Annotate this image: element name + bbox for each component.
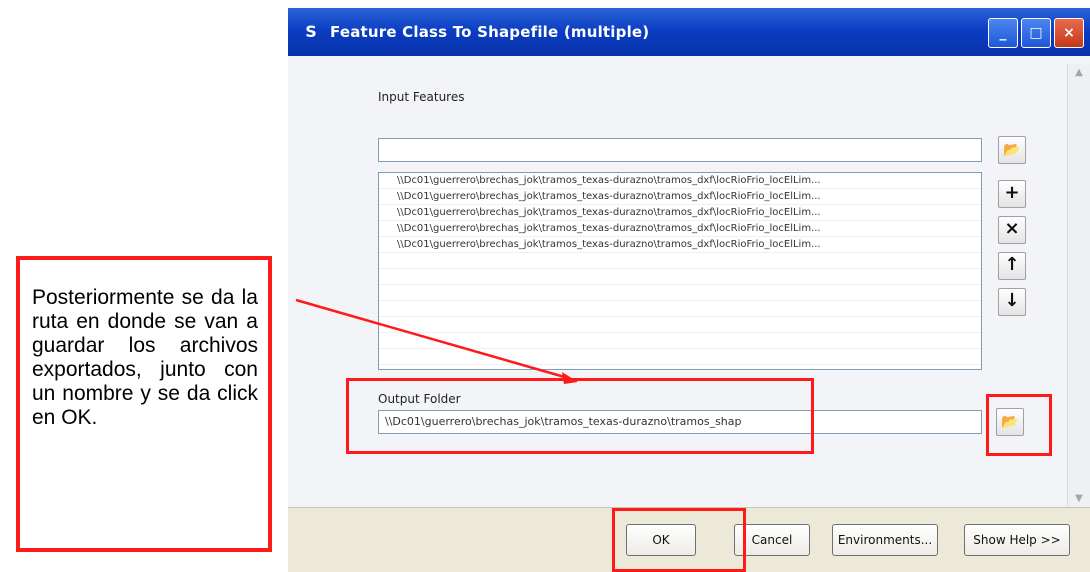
move-up-button[interactable]: ↑: [998, 252, 1026, 280]
input-features-list[interactable]: \\Dc01\guerrero\brechas_jok\tramos_texas…: [378, 172, 982, 370]
list-empty-row: [379, 285, 981, 301]
arctoolbox-icon: S: [305, 22, 317, 41]
list-empty-row: [379, 269, 981, 285]
list-item[interactable]: \\Dc01\guerrero\brechas_jok\tramos_texas…: [379, 221, 981, 237]
list-empty-row: [379, 349, 981, 365]
close-icon: ×: [1063, 25, 1075, 41]
arrow-down-icon: ↓: [1004, 290, 1020, 311]
plus-icon: +: [1004, 182, 1020, 203]
minimize-button[interactable]: _: [988, 18, 1018, 48]
arrow-up-icon: ↑: [1004, 254, 1020, 275]
close-button[interactable]: ×: [1054, 18, 1084, 48]
list-empty-row: [379, 333, 981, 349]
add-item-button[interactable]: +: [998, 180, 1026, 208]
list-item[interactable]: \\Dc01\guerrero\brechas_jok\tramos_texas…: [379, 205, 981, 221]
annotation-note: Posteriormente se da la ruta en donde se…: [16, 256, 272, 552]
list-empty-row: [379, 301, 981, 317]
dialog-body: ▲ ▼ Input Features 📂 \\Dc01\guerrero\bre…: [288, 56, 1090, 572]
list-item[interactable]: \\Dc01\guerrero\brechas_jok\tramos_texas…: [379, 237, 981, 253]
folder-open-icon: 📂: [1003, 142, 1021, 158]
scroll-down-icon[interactable]: ▼: [1068, 490, 1090, 508]
list-empty-row: [379, 317, 981, 333]
environments-button[interactable]: Environments...: [832, 524, 938, 556]
maximize-button[interactable]: □: [1021, 18, 1051, 48]
title-bar[interactable]: S Feature Class To Shapefile (multiple) …: [288, 8, 1090, 56]
scroll-up-icon[interactable]: ▲: [1068, 64, 1090, 82]
remove-icon: ×: [1004, 218, 1020, 239]
vertical-scrollbar[interactable]: ▲ ▼: [1067, 64, 1090, 508]
list-item[interactable]: \\Dc01\guerrero\brechas_jok\tramos_texas…: [379, 189, 981, 205]
remove-item-button[interactable]: ×: [998, 216, 1026, 244]
minimize-icon: _: [999, 25, 1007, 41]
maximize-icon: □: [1029, 25, 1043, 41]
show-help-button[interactable]: Show Help >>: [964, 524, 1070, 556]
tool-dialog-window: S Feature Class To Shapefile (multiple) …: [288, 8, 1090, 572]
move-down-button[interactable]: ↓: [998, 288, 1026, 316]
input-features-field[interactable]: [378, 138, 982, 162]
list-item[interactable]: \\Dc01\guerrero\brechas_jok\tramos_texas…: [379, 173, 981, 189]
output-folder-highlight: [346, 378, 814, 454]
list-empty-row: [379, 253, 981, 269]
window-title: Feature Class To Shapefile (multiple): [330, 23, 650, 41]
ok-button-highlight: [612, 508, 746, 572]
browse-button-highlight: [986, 394, 1052, 456]
browse-input-button[interactable]: 📂: [998, 136, 1026, 164]
input-features-label: Input Features: [378, 90, 465, 104]
